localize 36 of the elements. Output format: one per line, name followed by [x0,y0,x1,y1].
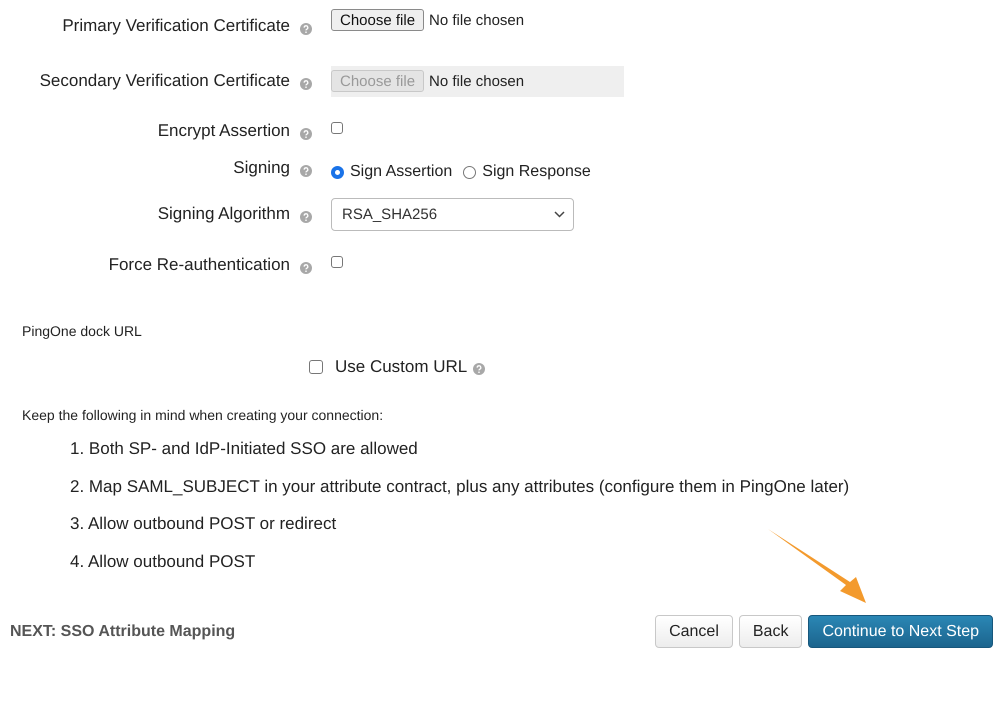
checkbox-label: Use Custom URL [335,357,468,377]
radio-label: Sign Response [482,163,591,181]
list-item: 1. Both SP- and IdP-Initiated SSO are allowed [70,439,418,458]
help-icon[interactable] [300,164,312,176]
help-icon[interactable] [300,210,312,222]
list-item: 3. Allow outbound POST or redirect [70,514,336,534]
instructions-text: Keep the following in mind when creating your connection: [22,407,384,423]
checkbox[interactable] [331,122,343,134]
help-icon[interactable] [300,78,312,90]
chevron-down-icon [554,210,565,218]
radio-button[interactable] [463,166,476,178]
help-icon[interactable] [473,363,486,375]
next-step-text: NEXT: SSO Attribute Mapping [10,622,236,641]
list-item: 2. Map SAML_SUBJECT in your attribute contract, plus any attributes (configure them in PingOne later) [70,476,850,496]
field-label: Signing Algorithm [156,204,290,224]
radio-label: Sign Assertion [350,163,452,181]
field-label: Secondary Verification Certificate [38,71,290,91]
help-icon[interactable] [300,128,312,140]
checkbox[interactable] [331,256,343,268]
field-label: Encrypt Assertion [156,121,290,141]
radio-button[interactable] [331,166,344,178]
continue-button[interactable]: Continue to Next Step [808,615,993,648]
help-icon[interactable] [300,22,312,34]
file-status: No file chosen [429,72,524,90]
footer-button[interactable]: Back [738,615,802,648]
field-label: Primary Verification Certificate [61,16,290,36]
choose-file-button[interactable]: Choose file [331,9,424,31]
field-label: Force Re-authentication [108,255,290,275]
list-item: 4. Allow outbound POST [70,552,256,571]
checkbox[interactable] [309,360,323,374]
section-heading: PingOne dock URL [22,323,143,339]
field-label: Signing [232,158,290,178]
file-status: No file chosen [429,12,524,28]
select-field[interactable]: RSA_SHA256 [331,198,574,230]
footer-button[interactable]: Cancel [655,615,733,648]
help-icon[interactable] [300,262,312,274]
